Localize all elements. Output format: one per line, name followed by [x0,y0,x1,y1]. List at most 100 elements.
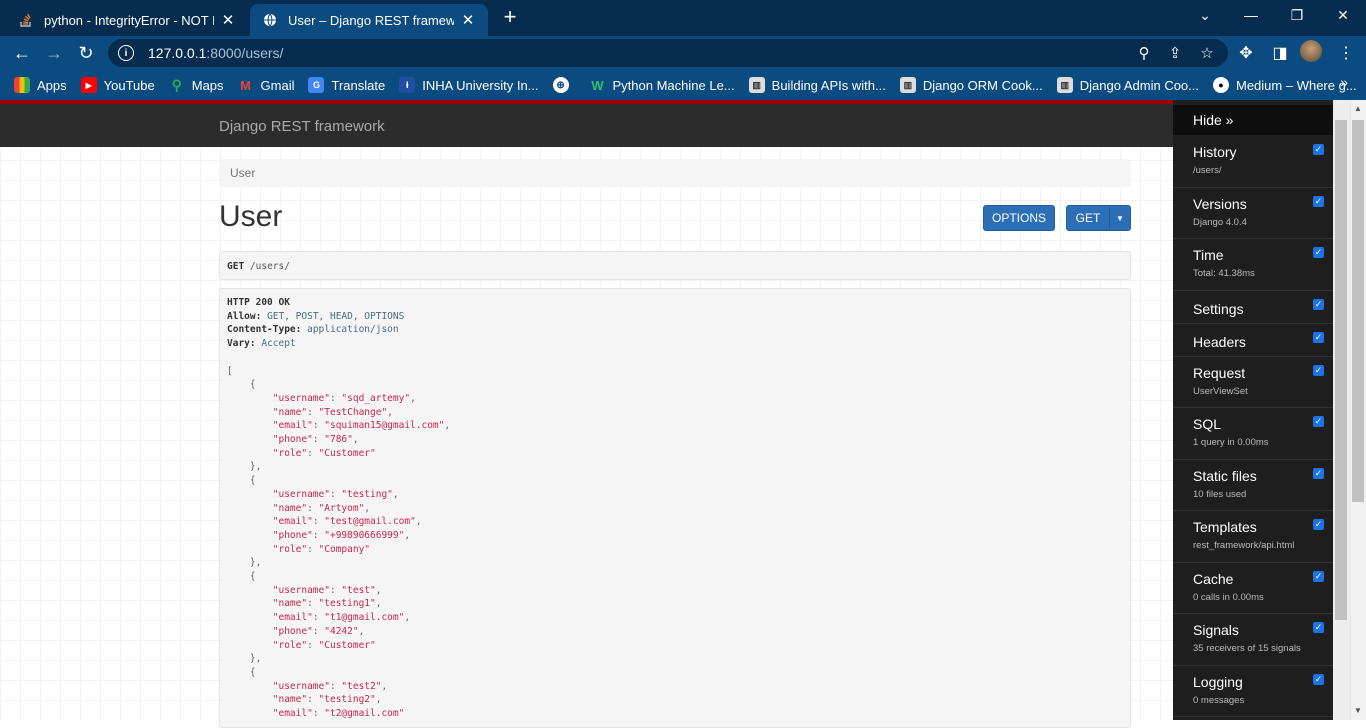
browser-toolbar: ← → ↻ i 127.0.0.1:8000/users/ ✥ ◨ ⋮ [0,36,1366,70]
panel-enabled-checkbox[interactable]: ✓ [1313,570,1324,582]
restore-button[interactable]: ❐ [1274,0,1320,30]
bookmarks-overflow-icon[interactable]: » [1340,74,1348,90]
bookmark-translate[interactable]: G Translate [308,77,385,93]
bookmark-gmail[interactable]: M Gmail [238,77,294,93]
panel-enabled-checkbox[interactable]: ✓ [1313,331,1324,343]
tab-stackoverflow[interactable]: python - IntegrityError - NOT NU ✕ [6,4,248,36]
bookmark-django-orm[interactable]: ▥ Django ORM Cook... [899,77,1043,93]
toolbar-scrollbar[interactable] [1333,100,1350,720]
json-value: "testing2" [318,694,376,706]
debug-panel-cache[interactable]: Cache 0 calls in 0.00ms ✓ [1173,563,1333,614]
json-value: "sqd_artemy" [341,392,411,404]
panel-enabled-checkbox[interactable]: ✓ [1313,673,1324,685]
panel-enabled-checkbox[interactable]: ✓ [1313,519,1324,530]
site-info-icon[interactable]: i [118,45,134,61]
breadcrumb-item-user[interactable]: User [230,166,255,180]
panel-enabled-checkbox[interactable]: ✓ [1313,247,1324,258]
profile-avatar[interactable] [1300,40,1322,62]
tab-title: python - IntegrityError - NOT NU [44,12,214,28]
toolbar-scroll-thumb[interactable] [1335,120,1347,620]
bookmark-globe[interactable]: ⊕ [552,77,576,93]
json-key: "role" [272,639,308,651]
debug-panel-static-files[interactable]: Static files 10 files used ✓ [1173,460,1333,511]
json-comma: , [352,434,359,445]
close-tab-icon[interactable]: ✕ [460,11,476,29]
bookmark-youtube[interactable]: ▶ YouTube [80,77,155,93]
close-tab-icon[interactable]: ✕ [220,11,236,29]
bookmark-inha[interactable]: Ɨ INHA University In... [399,77,539,93]
json-value: "t2@gmail.com" [324,708,405,719]
bookmark-maps[interactable]: ⚲ Maps [169,77,224,93]
hide-toolbar-button[interactable]: Hide » [1173,105,1333,135]
header-key: Content-Type: [227,324,302,336]
panel-enabled-checkbox[interactable]: ✓ [1313,622,1324,633]
side-panel-icon[interactable]: ◨ [1270,43,1290,63]
breadcrumb: User [219,159,1131,187]
options-button[interactable]: OPTIONS [983,205,1055,231]
get-format-dropdown[interactable]: ▼ [1109,205,1131,231]
share-icon[interactable]: ⇪ [1166,44,1184,62]
bookmark-label: Medium – Where g... [1236,77,1357,93]
tab-search-icon[interactable]: ⌄ [1182,0,1228,30]
bookmark-star-icon[interactable]: ☆ [1198,44,1216,62]
menu-dots-icon[interactable]: ⋮ [1336,43,1356,63]
bookmark-django-admin[interactable]: ▥ Django Admin Coo... [1056,77,1199,93]
json-colon: : [329,488,342,500]
get-button[interactable]: GET [1066,205,1110,231]
response-line: "role": "Customer" [227,639,376,653]
debug-panel-title: SQL [1193,416,1222,432]
drf-brand-link[interactable]: Django REST framework [219,118,385,135]
tab-drf[interactable]: User – Django REST framework ✕ [250,4,488,36]
response-line: "username": "testing", [227,488,399,502]
panel-enabled-checkbox[interactable]: ✓ [1313,467,1324,479]
close-window-button[interactable]: ✕ [1320,0,1366,30]
address-bar[interactable]: i 127.0.0.1:8000/users/ [108,39,1228,67]
debug-panel-templates[interactable]: Templates rest_framework/api.html ✓ [1173,511,1333,563]
json-key: "username" [272,392,330,404]
scroll-up-arrow-icon[interactable]: ▲ [1352,104,1364,116]
json-colon: : [307,694,319,706]
panel-enabled-checkbox[interactable]: ✓ [1313,195,1324,207]
json-value: "Company" [318,543,371,555]
bookmark-label: Building APIs with... [771,77,886,93]
minimize-button[interactable]: — [1228,0,1274,30]
debug-panel-signals[interactable]: Signals 35 receivers of 15 signals ✓ [1173,614,1333,666]
json-value: "test@gmail.com" [324,516,416,528]
medium-icon: ● [1213,77,1229,93]
debug-panel-time[interactable]: Time Total: 41.38ms ✓ [1173,239,1333,291]
response-line: Content-Type: application/json [227,323,399,337]
panel-enabled-checkbox[interactable]: ✓ [1313,298,1324,310]
debug-panel-history[interactable]: History/users/ ✓ [1173,136,1333,188]
extensions-icon[interactable]: ✥ [1236,43,1256,63]
debug-panel-versions[interactable]: Versions Django 4.0.4 ✓ [1173,188,1333,239]
url-text: 127.0.0.1:8000/users/ [148,45,283,61]
response-line: "name": "Artyom", [227,502,370,516]
json-comma: , [387,406,393,418]
zoom-out-icon[interactable]: ⚲ [1135,44,1153,62]
json-colon: : [307,447,319,459]
request-method: GET [227,261,245,272]
response-line: }, [227,556,261,570]
debug-panel-request[interactable]: Request UserViewSet ✓ [1173,357,1333,408]
json-value: "squiman15@gmail.com" [324,420,445,432]
bookmark-python-ml[interactable]: W Python Machine Le... [590,77,734,93]
scroll-thumb[interactable] [1352,120,1364,502]
new-tab-button[interactable]: + [498,6,522,30]
bookmark-medium[interactable]: ● Medium – Where g... [1213,77,1357,93]
debug-panel-settings[interactable]: Settings ✓ [1173,291,1333,324]
forward-arrow-icon[interactable]: → [41,40,67,66]
scroll-down-arrow-icon[interactable]: ▼ [1352,706,1364,718]
panel-enabled-checkbox[interactable]: ✓ [1313,364,1324,376]
back-arrow-icon[interactable]: ← [9,40,35,66]
panel-enabled-checkbox[interactable]: ✓ [1313,144,1324,155]
panel-enabled-checkbox[interactable]: ✓ [1313,416,1324,427]
tab-strip: python - IntegrityError - NOT NU ✕ User … [0,0,1366,36]
bookmark-building-apis[interactable]: ▥ Building APIs with... [748,77,886,93]
debug-panel-logging[interactable]: Logging 0 messages ✓ [1173,666,1333,717]
debug-panel-sql[interactable]: SQL 1 query in 0.00ms ✓ [1173,408,1333,460]
debug-panel-title: Logging [1193,673,1243,690]
debug-panel-headers[interactable]: Headers ✓ [1173,324,1333,357]
page-scrollbar[interactable]: ▲ ▼ [1333,100,1366,720]
bookmark-apps[interactable]: Apps [14,77,67,93]
reload-icon[interactable]: ↻ [73,40,99,66]
